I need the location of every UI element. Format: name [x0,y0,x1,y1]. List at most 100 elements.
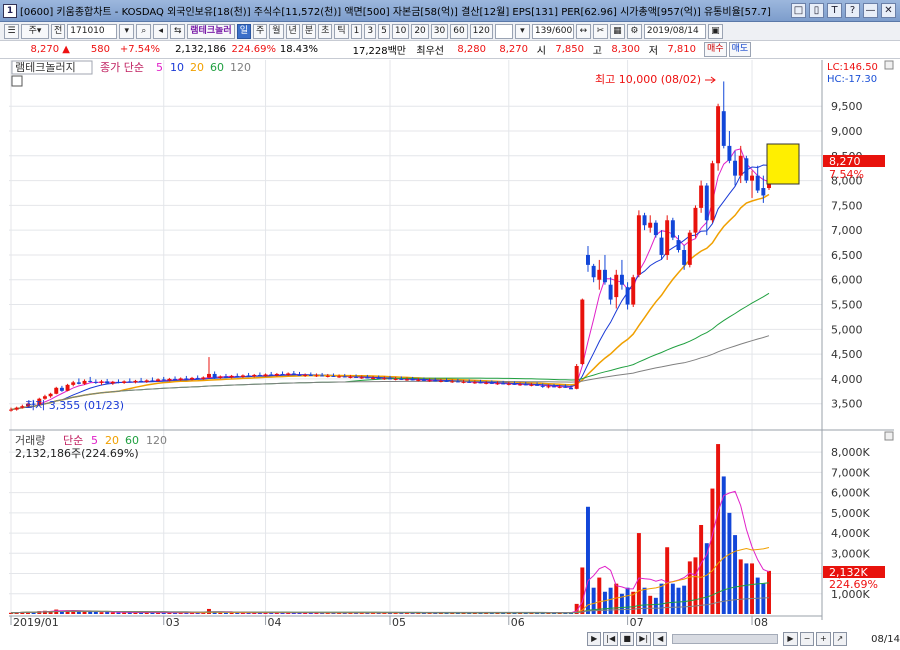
volume-panel-max-icon[interactable] [884,431,894,441]
first-icon[interactable]: |◀ [603,632,618,646]
interval-dropdown-icon[interactable]: ▾ [514,23,530,39]
help-button[interactable]: ? [845,3,860,18]
candle-body [540,385,545,387]
search-icon[interactable]: ⌕ [136,23,152,39]
custom-interval-input[interactable] [494,23,513,39]
period-minute[interactable]: 분 [301,23,317,39]
candle-body [602,269,607,283]
sell-button[interactable]: 매도 [728,42,752,57]
grid-icon[interactable]: ▦ [609,23,625,39]
candle-body [738,155,743,176]
period-year[interactable]: 년 [285,23,300,39]
fit-icon[interactable]: ↔ [575,23,591,39]
candle-body [648,222,653,228]
candle-body [755,175,760,191]
candle-body [438,380,443,382]
lc-value: LC:146.50 [827,62,878,73]
text-button[interactable]: T [827,3,842,18]
interval-30[interactable]: 30 [430,23,449,39]
period-month[interactable]: 월 [269,23,284,39]
candle-body [716,106,721,164]
prev-icon[interactable]: ◀ [652,632,668,646]
toolbar: ☰ 주▾ 전 171010 ▾ ⌕ ◂ ⇆ 램테크놀러 일 주 월 년 분 초 … [0,22,900,41]
month-label: 08 [754,616,768,629]
price-volume-chart[interactable]: 9,5009,0008,5008,0007,5007,0006,5006,000… [9,60,894,630]
minimize-button[interactable]: — [863,3,878,18]
volume-legend-ma-60: 60 [125,434,139,447]
calendar-icon[interactable]: ▣ [707,23,723,39]
price-tick-label: 9,000 [831,125,863,138]
stop-icon[interactable]: ■ [619,632,635,646]
candle-body [184,378,189,380]
panel-button[interactable]: ▯ [809,3,824,18]
highlight-box[interactable] [766,143,800,185]
current-price-value: 8,270 [30,44,60,55]
low-label: 저 [648,46,658,57]
interval-10[interactable]: 10 [391,23,410,39]
up-arrow-icon: ▲ [62,44,70,55]
layout-button[interactable]: □ [791,3,806,18]
date-input[interactable]: 2019/08/14 [643,23,706,39]
candle-body [512,383,517,385]
zoom-in-icon[interactable]: + [816,632,831,646]
interval-3[interactable]: 3 [364,23,377,39]
candle-body [421,379,426,381]
interval-60[interactable]: 60 [450,23,468,39]
dropdown-icon[interactable]: ▾ [119,23,135,39]
tools-icon[interactable]: ✂ [592,23,608,39]
settings-icon[interactable]: ⚙ [626,23,642,39]
buy-button[interactable]: 매수 [704,42,727,57]
interval-5[interactable]: 5 [378,23,390,39]
chart-area[interactable]: 9,5009,0008,5008,0007,5007,0006,5006,000… [9,60,894,630]
candle-body [591,265,596,278]
prev-icon[interactable]: ⇆ [170,23,186,39]
candle-body [461,381,466,383]
list-icon[interactable]: ☰ [4,23,19,39]
candle-body [410,379,415,381]
period-second[interactable]: 초 [318,23,333,39]
candle-body [48,393,53,397]
volume-bar [682,585,687,614]
candle-body [20,406,25,408]
candle-body [619,274,624,285]
volume-legend-ma-label: 단순 [63,434,83,447]
stock-code-input[interactable]: 171010 [67,23,118,39]
stock-name-button[interactable]: 램테크놀러 [187,23,235,39]
interval-120[interactable]: 120 [469,23,493,39]
candle-body [687,232,692,265]
panel-toggle-icon[interactable] [11,75,23,87]
price-change: 580 [90,44,110,55]
candle-body [105,381,110,384]
panel-max-icon[interactable] [884,60,894,70]
volume-bar [716,444,721,614]
play-icon[interactable]: ▶ [587,632,602,646]
chart-scrollbar[interactable] [672,634,779,644]
count-input[interactable]: 139/600 [531,23,574,39]
period-week[interactable]: 주 [252,23,268,39]
volume-legend-ma-120: 120 [146,434,167,447]
candle-body [433,380,438,382]
price-tick-label: 4,500 [831,348,863,361]
last-icon[interactable]: ▶| [636,632,651,646]
period-day[interactable]: 일 [236,23,251,39]
zoom-out-icon[interactable]: − [799,632,815,646]
legend-ma-label: 종가 단순 [100,61,144,74]
candle-body [240,375,245,377]
sound-icon[interactable]: ◂ [153,23,169,39]
interval-1[interactable]: 1 [350,23,363,39]
price-tick-label: 5,500 [831,299,863,312]
candle-body [546,386,551,388]
candle-body [173,378,178,380]
candle-body [297,374,302,376]
candle-body [404,379,409,381]
close-button[interactable]: ✕ [881,3,896,18]
market-select[interactable]: 주▾ [21,23,49,39]
tool-icon[interactable]: ↗ [832,632,848,646]
interval-20[interactable]: 20 [411,23,429,39]
period-tick[interactable]: 틱 [334,23,349,39]
candle-body [484,382,489,384]
volume-legend-name: 거래량 [15,434,45,447]
type-select[interactable]: 전 [51,23,66,39]
next-icon[interactable]: ▶ [783,632,798,646]
volume-value: 2,132,186 [175,44,226,55]
